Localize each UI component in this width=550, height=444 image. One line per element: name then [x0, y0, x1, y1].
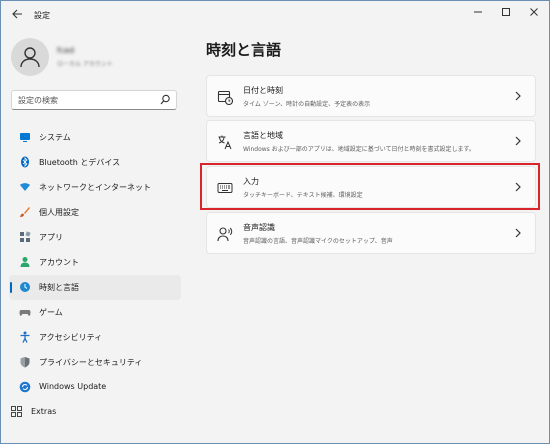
speech-icon [217, 227, 233, 242]
sidebar-item-label: プライバシーとセキュリティ [39, 358, 143, 367]
maximize-button[interactable] [496, 6, 516, 24]
sidebar-item-label: アカウント [39, 258, 79, 267]
card-date-time[interactable]: 日付と時刻 タイム ゾーン、時計の自動設定、予定表の表示 [206, 75, 536, 117]
language-icon [218, 135, 232, 150]
sidebar-item-label: 個人用設定 [39, 208, 79, 217]
close-button[interactable] [524, 6, 544, 24]
brush-icon [20, 207, 30, 217]
apps-icon [20, 231, 31, 242]
sidebar-item-personalization[interactable]: 個人用設定 [9, 200, 181, 225]
sidebar-item-windows-update[interactable]: Windows Update [9, 375, 181, 400]
extras-icon [11, 406, 22, 417]
avatar [11, 38, 49, 76]
minimize-button[interactable] [468, 6, 488, 24]
title-bar: 設定 [1, 1, 549, 31]
calendar-clock-icon [217, 90, 233, 105]
card-subtitle: 音声認識の言語、音声認識マイクのセットアップ、音声 [243, 238, 393, 245]
window-title: 設定 [34, 11, 50, 20]
card-title: 入力 [243, 177, 259, 186]
sidebar-item-apps[interactable]: アプリ [9, 225, 181, 250]
chevron-right-icon [515, 182, 521, 192]
chevron-right-icon [515, 228, 521, 238]
sidebar-item-network[interactable]: ネットワークとインターネット [9, 175, 181, 200]
sidebar-item-label: 時刻と言語 [39, 283, 79, 292]
system-icon [20, 133, 30, 142]
card-subtitle: タッチキーボード、テキスト候補、環境設定 [243, 192, 363, 199]
sidebar-item-extras[interactable]: Extras [11, 405, 111, 421]
sidebar-item-label: ネットワークとインターネット [39, 183, 151, 192]
user-profile[interactable]: fced ローカル アカウント [11, 38, 171, 80]
search-input[interactable] [18, 93, 158, 107]
card-subtitle: タイム ゾーン、時計の自動設定、予定表の表示 [243, 101, 371, 108]
sidebar-item-label: Windows Update [39, 382, 107, 391]
search-icon[interactable] [160, 94, 170, 106]
sidebar-item-label: アクセシビリティ [39, 333, 103, 342]
chevron-right-icon [515, 136, 521, 146]
sidebar-item-label: ゲーム [39, 308, 63, 317]
settings-window: 設定 fced ローカル アカウント システム [0, 0, 550, 444]
sidebar-item-gaming[interactable]: ゲーム [9, 300, 181, 325]
user-icon [20, 47, 40, 68]
page-title: 時刻と言語 [206, 41, 282, 59]
card-language-region[interactable]: 言語と地域 Windows および一部のアプリは、地域設定に基づいて日付と時刻を… [206, 120, 536, 162]
account-icon [20, 257, 30, 267]
profile-name: fced [57, 46, 75, 55]
chevron-right-icon [515, 91, 521, 101]
sidebar-item-time-language[interactable]: 時刻と言語 [9, 275, 181, 300]
keyboard-icon [217, 183, 233, 193]
card-subtitle: Windows および一部のアプリは、地域設定に基づいて日付と時刻を書式設定しま… [243, 146, 475, 153]
sidebar-nav: システム Bluetooth とデバイス ネットワークとインターネット 個人用設… [9, 125, 181, 400]
globe-clock-icon [20, 282, 30, 292]
shield-icon [20, 357, 30, 368]
card-title: 音声認識 [243, 223, 275, 232]
search-box[interactable] [11, 90, 177, 110]
accessibility-icon [20, 331, 30, 343]
sidebar-item-privacy-security[interactable]: プライバシーとセキュリティ [9, 350, 181, 375]
sidebar-item-label: アプリ [39, 233, 63, 242]
card-title: 日付と時刻 [243, 86, 283, 95]
card-speech[interactable]: 音声認識 音声認識の言語、音声認識マイクのセットアップ、音声 [206, 212, 536, 254]
network-icon [20, 183, 30, 191]
sidebar-item-accounts[interactable]: アカウント [9, 250, 181, 275]
active-indicator [10, 282, 12, 293]
card-typing[interactable]: 入力 タッチキーボード、テキスト候補、環境設定 [206, 166, 536, 208]
sidebar-item-label: システム [39, 133, 71, 142]
sidebar-item-accessibility[interactable]: アクセシビリティ [9, 325, 181, 350]
sidebar-item-system[interactable]: システム [9, 125, 181, 150]
bluetooth-icon [21, 156, 29, 168]
card-title: 言語と地域 [243, 131, 283, 140]
gamepad-icon [19, 310, 31, 316]
sidebar-item-label: Bluetooth とデバイス [39, 158, 121, 167]
back-arrow-icon[interactable] [10, 8, 24, 24]
windows-update-icon [19, 381, 31, 393]
profile-account-type: ローカル アカウント [57, 61, 113, 68]
sidebar-item-bluetooth[interactable]: Bluetooth とデバイス [9, 150, 181, 175]
extras-label: Extras [31, 407, 57, 416]
